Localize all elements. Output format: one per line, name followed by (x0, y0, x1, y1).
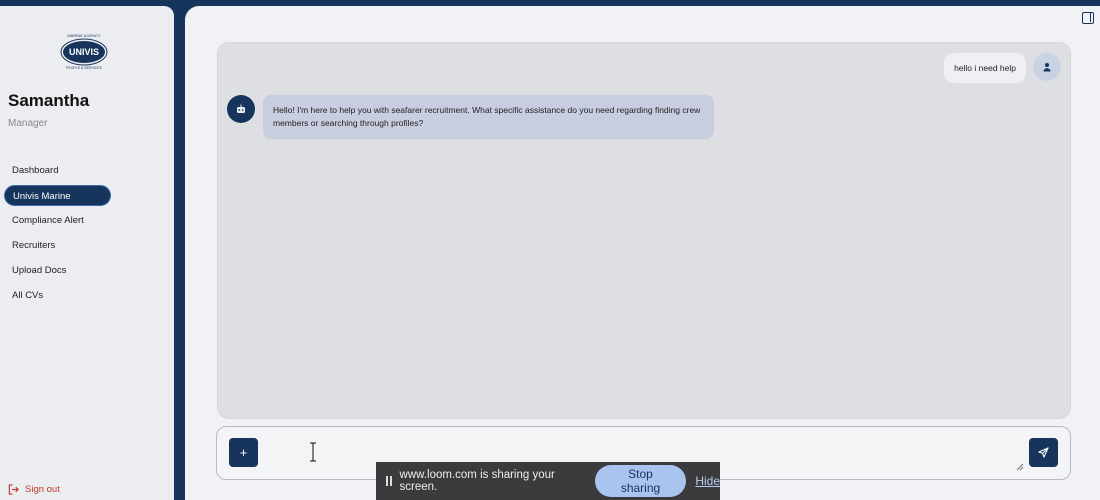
panel-toggle-icon[interactable] (1082, 12, 1094, 24)
sidebar-item-compliance-alert[interactable]: Compliance Alert (4, 210, 111, 231)
sign-out-label: Sign out (25, 484, 60, 495)
screen-share-bar: www.loom.com is sharing your screen. Sto… (376, 462, 720, 500)
user-role: Manager (8, 118, 48, 129)
user-name: Samantha (8, 91, 90, 110)
send-button[interactable] (1029, 438, 1058, 467)
robot-icon (237, 104, 245, 113)
assistant-message: Hello! I'm here to help you with seafare… (263, 95, 714, 139)
user-icon (1043, 63, 1051, 72)
sidebar-item-all-cvs[interactable]: All CVs (4, 285, 111, 306)
user-message: hello i need help (944, 53, 1026, 83)
univis-logo: UNIVIS MARINE AGENCY PEOPLE & SERVICES (60, 33, 108, 70)
sidebar: UNIVIS MARINE AGENCY PEOPLE & SERVICES S… (0, 6, 174, 500)
resize-handle-icon[interactable] (1016, 463, 1024, 471)
sidebar-nav: Dashboard Univis Marine Compliance Alert… (4, 160, 170, 310)
hide-share-bar-link[interactable]: Hide (695, 474, 720, 488)
logo-brand-text: UNIVIS (69, 47, 99, 57)
add-attachment-button[interactable]: + (229, 438, 258, 467)
assistant-avatar (227, 95, 255, 123)
logo-tagline-top: MARINE AGENCY (67, 33, 101, 38)
sidebar-item-univis-marine[interactable]: Univis Marine (4, 185, 111, 206)
send-icon (1038, 447, 1049, 458)
text-cursor-icon (310, 442, 316, 462)
plus-icon: + (239, 445, 248, 460)
main-content: hello i need help Hello! I'm here to hel… (185, 6, 1100, 500)
sign-out-icon (8, 484, 19, 495)
share-status-text: www.loom.com is sharing your screen. (399, 469, 555, 493)
sidebar-item-upload-docs[interactable]: Upload Docs (4, 260, 111, 281)
pause-icon[interactable] (386, 476, 394, 486)
logo-tagline-bottom: PEOPLE & SERVICES (66, 66, 103, 70)
sign-out-button[interactable]: Sign out (8, 484, 60, 495)
chat-messages-area[interactable]: hello i need help Hello! I'm here to hel… (217, 42, 1071, 419)
sidebar-item-recruiters[interactable]: Recruiters (4, 235, 111, 256)
sidebar-item-dashboard[interactable]: Dashboard (4, 160, 111, 181)
user-avatar (1033, 53, 1061, 81)
stop-sharing-button[interactable]: Stop sharing (594, 465, 687, 497)
